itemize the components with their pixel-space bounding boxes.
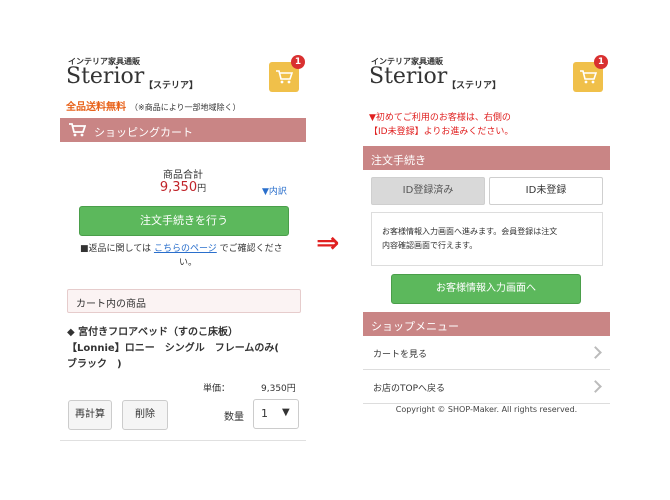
notice-line2: 【ID未登録】よりお進みください。 (369, 127, 514, 137)
menu-divider (363, 403, 610, 404)
info-line2: 内容確認画面で行えます。 (382, 241, 478, 250)
order-procedure-title: 注文手続き (371, 154, 426, 167)
tab-id-registered[interactable]: ID登録済み (371, 177, 485, 205)
cart-item-line2: 【Lonnie】ロニー シングル フレームのみ( (67, 343, 279, 354)
return-note-suffix: でご確認くださ (219, 244, 283, 254)
free-shipping-notice: 全品送料無料 （※商品により一部地域除く） (66, 98, 241, 113)
brand-logo[interactable]: Sterior (369, 64, 447, 89)
free-shipping-note: （※商品により一部地域除く） (130, 103, 241, 112)
brand-kana: 【ステリア】 (447, 81, 502, 91)
subtotal-label: 商品合計 (163, 170, 203, 181)
return-note-suffix-end: い。 (178, 258, 197, 268)
transition-arrow: ⇒ (316, 226, 340, 259)
info-line1: お客様情報入力画面へ進みます。会員登録は注文 (382, 227, 558, 236)
cart-items-title: カート内の商品 (76, 299, 146, 310)
free-shipping-text: 全品送料無料 (66, 102, 126, 113)
brand-kana: 【ステリア】 (144, 81, 199, 91)
subtotal-amount: 9,350 (159, 180, 198, 195)
recalculate-button[interactable]: 再計算 (68, 400, 112, 430)
menu-item-label: カートを見る (373, 350, 428, 360)
menu-item-label: お店のTOPへ戻る (373, 384, 446, 394)
quantity-label: 数量 (224, 412, 244, 423)
item-divider (60, 440, 306, 441)
unit-price-label: 単価： (203, 384, 231, 394)
chevron-right-icon (589, 346, 602, 359)
dropdown-arrow-icon: ▼ (282, 407, 290, 418)
brand-logo[interactable]: Sterior (66, 64, 144, 89)
cart-items-header: カート内の商品 (67, 289, 301, 313)
breakdown-link[interactable]: ▼内訳 (262, 184, 287, 197)
cart-item-line3: ブラック ) (67, 359, 122, 370)
notice-line1: ▼初めてご利用のお客様は、右側の (369, 113, 511, 123)
checkout-button[interactable]: 注文手続きを行う (79, 206, 289, 236)
shopping-cart-header: ショッピングカート (60, 118, 306, 142)
chevron-right-icon (589, 380, 602, 393)
delete-button[interactable]: 削除 (122, 400, 168, 430)
order-procedure-header: 注文手続き (363, 146, 610, 170)
cart-count-badge: 1 (594, 55, 608, 69)
cart-count-badge: 1 (291, 55, 305, 69)
first-time-notice: ▼初めてご利用のお客様は、右側の 【ID未登録】よりお進みください。 (369, 111, 513, 139)
subtotal-unit: 円 (197, 184, 207, 194)
menu-item-back-to-top[interactable]: お店のTOPへ戻る (363, 370, 610, 402)
checkout-screen: インテリア家具通販 Sterior 【ステリア】 1 ▼初めてご利用のお客様は、… (363, 52, 610, 422)
cart-screen: インテリア家具通販 Sterior 【ステリア】 1 全品送料無料 （※商品により… (60, 52, 306, 452)
shop-menu-header: ショップメニュー (363, 312, 610, 336)
shop-menu-title: ショップメニュー (371, 320, 459, 333)
cart-icon (276, 70, 293, 84)
return-policy-link[interactable]: こちらのページ (154, 244, 217, 254)
info-box: お客様情報入力画面へ進みます。会員登録は注文 内容確認画面で行えます。 (371, 212, 603, 266)
cart-item-line1: ◆ 宮付きフロアベッド（すのこ床板） (67, 327, 238, 338)
proceed-to-customer-info-button[interactable]: お客様情報入力画面へ (391, 274, 581, 304)
unit-price-value: 9,350円 (261, 384, 296, 394)
return-policy-note: ■返品に関しては こちらのページ でご確認くださ い。 (80, 242, 296, 270)
menu-item-view-cart[interactable]: カートを見る (363, 336, 610, 368)
quantity-select[interactable]: 1 ▼ (253, 399, 299, 429)
cart-icon (69, 123, 86, 137)
cart-item-name[interactable]: ◆ 宮付きフロアベッド（すのこ床板） 【Lonnie】ロニー シングル フレーム… (67, 325, 303, 373)
tab-id-unregistered[interactable]: ID未登録 (489, 177, 603, 205)
return-note-prefix: ■返品に関しては (80, 244, 152, 254)
quantity-value: 1 (261, 407, 268, 420)
copyright: Copyright © SHOP-Maker. All rights reser… (395, 405, 578, 414)
cart-icon (580, 70, 597, 84)
shopping-cart-title: ショッピングカート (94, 126, 193, 139)
